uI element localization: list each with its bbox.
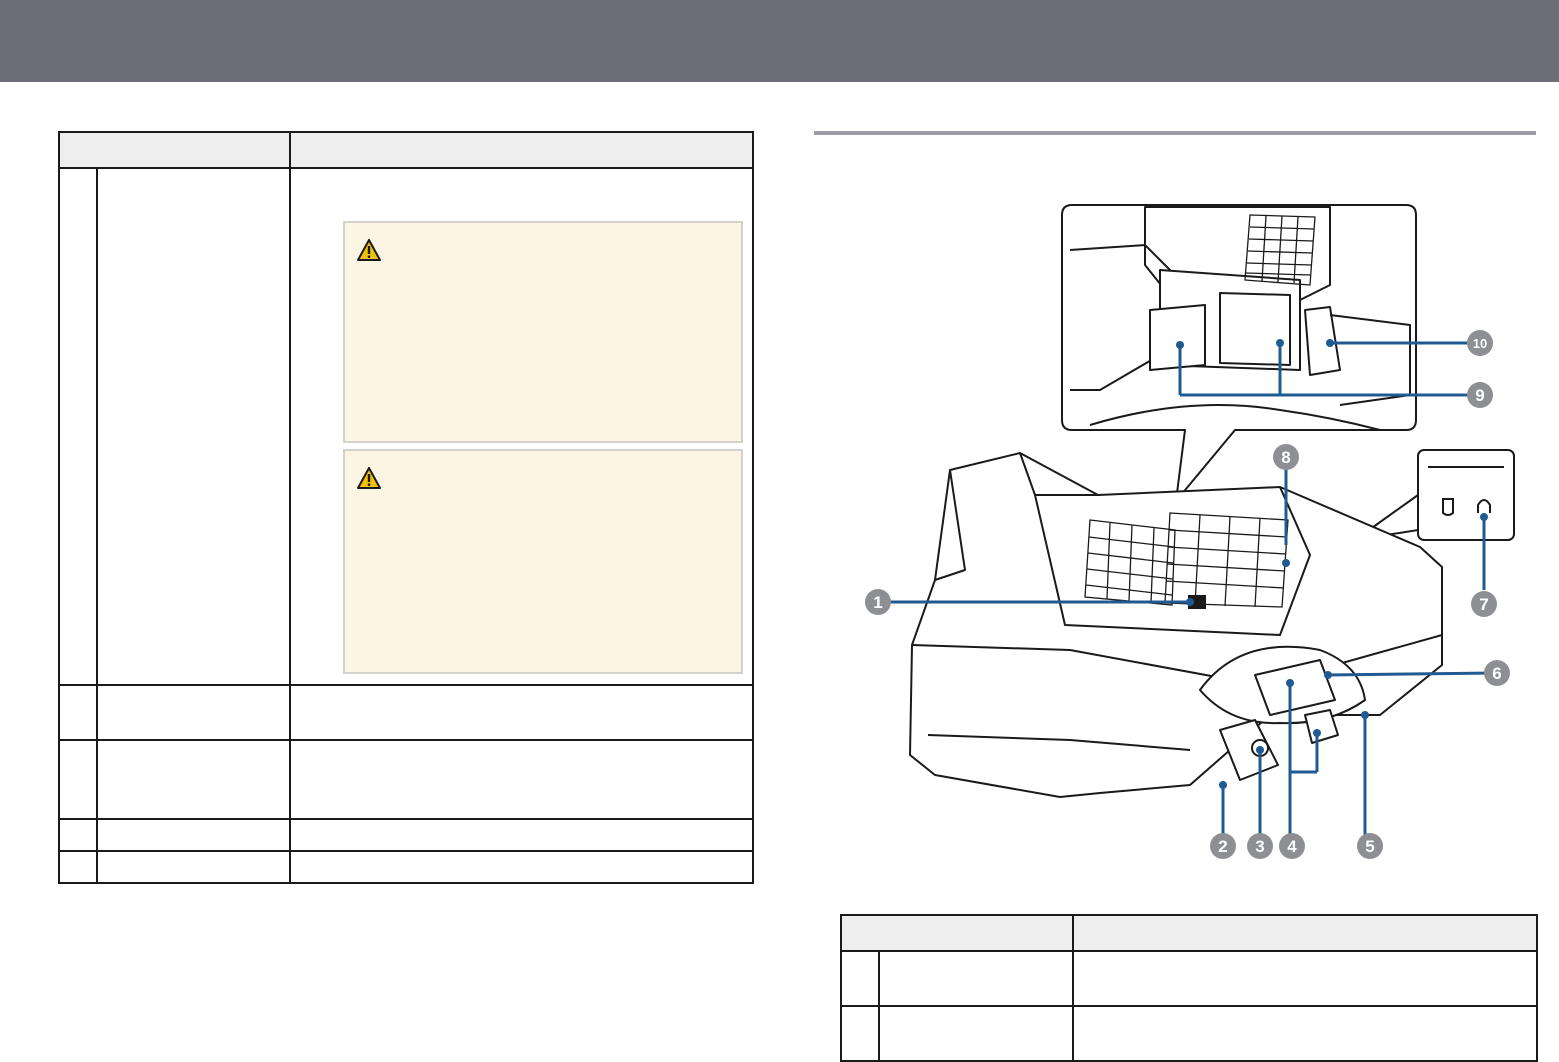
table-row: [840, 950, 1538, 1007]
caution-box: [343, 449, 743, 674]
row-number: [58, 818, 98, 852]
projector-body: [909, 452, 1443, 798]
table-row: [58, 850, 754, 884]
row-description: [289, 818, 754, 852]
callout-7: 7: [1471, 591, 1497, 617]
svg-text:6: 6: [1492, 664, 1501, 683]
svg-text:9: 9: [1475, 386, 1484, 405]
table-row: [58, 684, 754, 741]
caution-box: [343, 221, 743, 443]
header-cell-name: [840, 914, 1074, 952]
header-cell-function: [1072, 914, 1538, 952]
header-cell-function: [289, 131, 754, 169]
svg-text:8: 8: [1281, 448, 1290, 467]
row-name: [96, 167, 291, 686]
callout-1: 1: [865, 589, 891, 615]
table-row: [840, 1005, 1538, 1062]
projector-illustration: 1 2 3 4 5 6 7 8 9 10: [865, 204, 1515, 859]
callout-9: 9: [1467, 382, 1493, 408]
row-number: [840, 950, 880, 1007]
svg-text:1: 1: [873, 593, 882, 612]
section-divider: [814, 131, 1536, 135]
svg-text:10: 10: [1473, 336, 1487, 351]
table-header-row: [58, 131, 754, 169]
row-number: [58, 850, 98, 884]
warning-triangle-icon: [357, 467, 381, 489]
header-band: [0, 0, 1559, 82]
row-description: [1072, 1005, 1538, 1062]
callout-4: 4: [1279, 833, 1305, 859]
callout-2: 2: [1210, 833, 1236, 859]
row-description: [1072, 950, 1538, 1007]
row-name: [878, 1005, 1074, 1062]
row-description: [289, 684, 754, 741]
svg-text:3: 3: [1255, 837, 1264, 856]
callout-3: 3: [1247, 833, 1273, 859]
svg-text:4: 4: [1287, 837, 1297, 856]
row-description: [289, 739, 754, 820]
row-name: [96, 684, 291, 741]
row-number: [58, 684, 98, 741]
svg-text:7: 7: [1479, 595, 1488, 614]
row-number: [840, 1005, 880, 1062]
callout-6: 6: [1484, 660, 1510, 686]
row-number: [58, 739, 98, 820]
header-cell-name: [58, 131, 291, 169]
svg-text:5: 5: [1365, 837, 1374, 856]
row-description: [289, 167, 754, 686]
row-description: [289, 850, 754, 884]
callout-10: 10: [1467, 330, 1493, 356]
row-name: [878, 950, 1074, 1007]
port-inset-frame: [1417, 449, 1515, 541]
row-name: [96, 818, 291, 852]
table-row: [58, 818, 754, 852]
row-name: [96, 850, 291, 884]
row-name: [96, 739, 291, 820]
warning-triangle-icon: [357, 239, 381, 261]
table-row: [58, 739, 754, 820]
row-number: [58, 167, 98, 686]
callout-8: 8: [1273, 444, 1299, 470]
callout-5: 5: [1357, 833, 1383, 859]
table-row: [58, 167, 754, 686]
svg-text:2: 2: [1218, 837, 1227, 856]
parts-table-left: [58, 131, 754, 884]
table-header-row: [840, 914, 1538, 952]
parts-table-right: [840, 914, 1538, 1062]
projector-figure: 1 2 3 4 5 6 7 8 9 10: [860, 195, 1530, 875]
